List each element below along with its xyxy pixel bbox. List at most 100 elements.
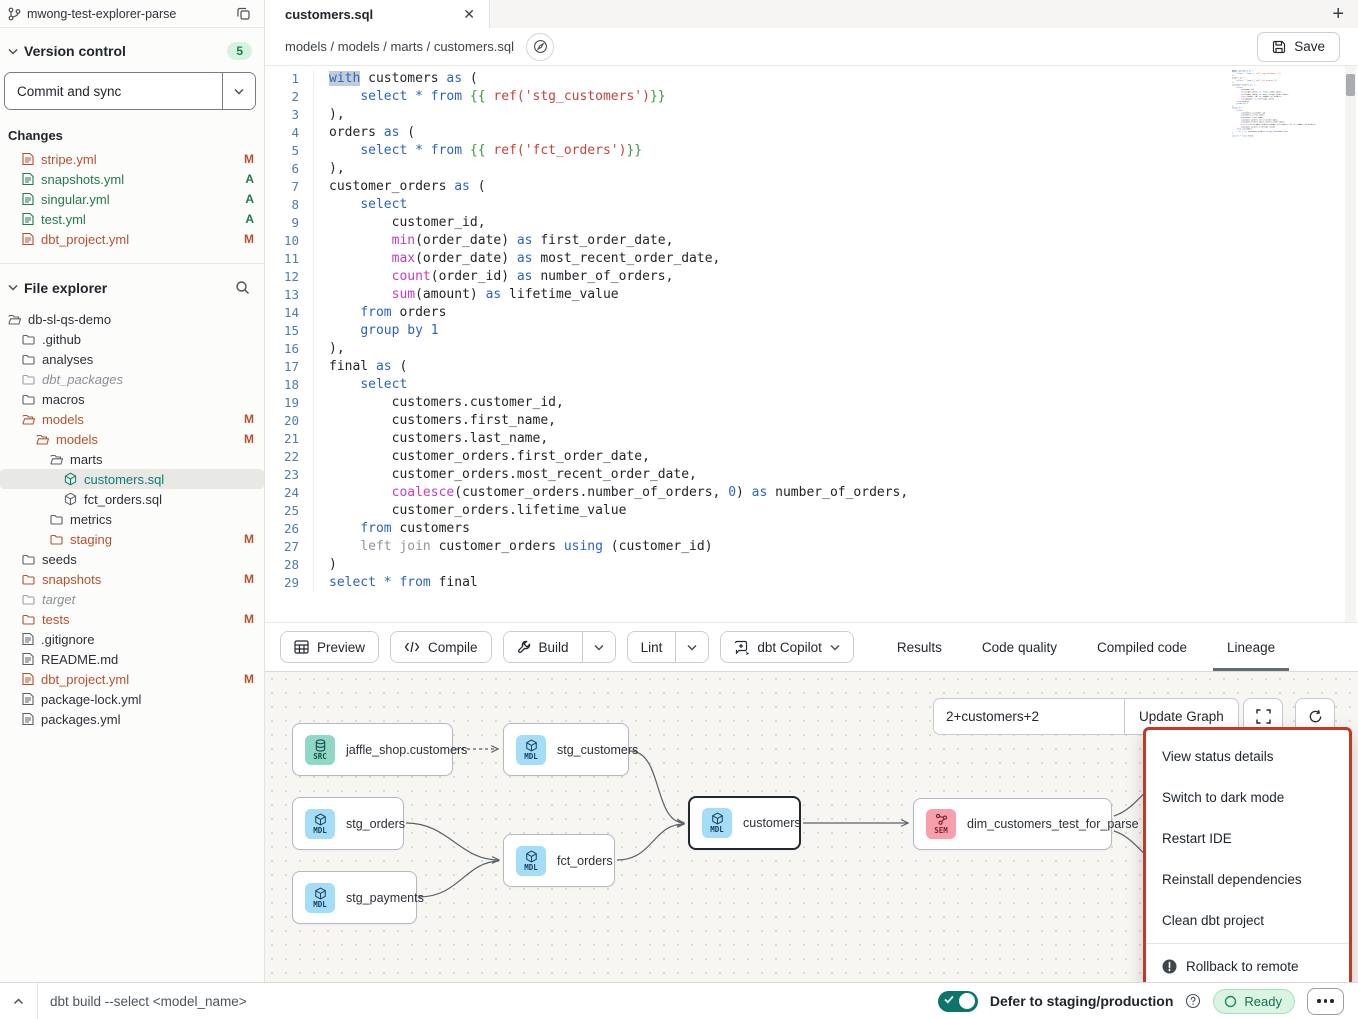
file-explorer-header[interactable]: File explorer: [0, 264, 264, 307]
help-icon[interactable]: [1185, 993, 1201, 1009]
code-line[interactable]: 22 customer_orders.first_order_date,: [265, 448, 908, 466]
lineage-node-jaffle-shop-customers[interactable]: SRC jaffle_shop.customers: [292, 723, 453, 776]
code-line[interactable]: 28): [265, 556, 908, 574]
dbt-copilot-button[interactable]: dbt Copilot: [721, 632, 853, 662]
code-line[interactable]: 19 customers.customer_id,: [265, 394, 908, 412]
code-line[interactable]: 14 from orders: [265, 304, 908, 322]
save-button[interactable]: Save: [1257, 32, 1340, 62]
tree-item-models[interactable]: modelsM: [0, 429, 264, 449]
tree-item-models[interactable]: modelsM: [0, 409, 264, 429]
code-line[interactable]: 15 group by 1: [265, 322, 908, 340]
tab-results[interactable]: Results: [897, 623, 942, 671]
code-line[interactable]: 26 from customers: [265, 520, 908, 538]
code-line[interactable]: 29select * from final: [265, 574, 908, 592]
tree-item-metrics[interactable]: metrics: [0, 509, 264, 529]
tree-item-packages-yml[interactable]: packages.yml: [0, 709, 264, 729]
menu-item-clean-dbt-project[interactable]: Clean dbt project: [1146, 900, 1349, 941]
code-line[interactable]: 17final as (: [265, 358, 908, 376]
code-line[interactable]: 5 select * from {{ ref('fct_orders')}}: [265, 142, 908, 160]
lineage-node-stg-customers[interactable]: MDL stg_customers: [503, 723, 629, 776]
scrollbar-thumb[interactable]: [1346, 74, 1355, 96]
editor-scrollbar[interactable]: [1345, 66, 1356, 622]
menu-item-reinstall-dependencies[interactable]: Reinstall dependencies: [1146, 859, 1349, 900]
lineage-panel[interactable]: SRC jaffle_shop.customers MDL stg_custome…: [265, 672, 1358, 982]
tab-compiled-code[interactable]: Compiled code: [1097, 623, 1187, 671]
lint-options-dropdown[interactable]: [675, 632, 708, 662]
code-line[interactable]: 18 select: [265, 376, 908, 394]
tab-lineage[interactable]: Lineage: [1227, 623, 1275, 671]
code-line[interactable]: 2 select * from {{ ref('stg_customers')}…: [265, 88, 908, 106]
dbt-command-input[interactable]: [38, 994, 598, 1009]
tree-item-analyses[interactable]: analyses: [0, 349, 264, 369]
tree-item-db-sl-qs-demo[interactable]: db-sl-qs-demo: [0, 309, 264, 329]
changed-file-row[interactable]: dbt_project.yml M: [0, 229, 264, 249]
changed-file-row[interactable]: snapshots.yml A: [0, 169, 264, 189]
code-line[interactable]: 8 select: [265, 196, 908, 214]
menu-item-rollback-to-remote[interactable]: Rollback to remote: [1146, 946, 1349, 982]
tree-item-dbt-project-yml[interactable]: dbt_project.ymlM: [0, 669, 264, 689]
tree-item-staging[interactable]: stagingM: [0, 529, 264, 549]
commit-options-dropdown[interactable]: [223, 73, 255, 109]
changed-file-row[interactable]: singular.yml A: [0, 189, 264, 209]
compile-button[interactable]: Compile: [391, 632, 491, 662]
lineage-node-fct-orders[interactable]: MDL fct_orders: [503, 834, 615, 887]
code-line[interactable]: 10 min(order_date) as first_order_date,: [265, 232, 908, 250]
changed-file-row[interactable]: stripe.yml M: [0, 149, 264, 169]
code-line[interactable]: 3),: [265, 106, 908, 124]
tree-item-tests[interactable]: testsM: [0, 609, 264, 629]
close-tab-icon[interactable]: ✕: [463, 7, 475, 21]
lint-button[interactable]: Lint: [628, 632, 676, 662]
changed-file-row[interactable]: test.yml A: [0, 209, 264, 229]
copy-branch-button[interactable]: [235, 5, 252, 22]
tree-item--github[interactable]: .github: [0, 329, 264, 349]
code-line[interactable]: 16),: [265, 340, 908, 358]
build-options-dropdown[interactable]: [582, 632, 615, 662]
tree-item-target[interactable]: target: [0, 589, 264, 609]
lineage-node-stg-payments[interactable]: MDL stg_payments: [292, 871, 417, 924]
more-options-button[interactable]: [1307, 988, 1344, 1015]
tab-customers-sql[interactable]: customers.sql ✕: [265, 0, 490, 28]
tab-code-quality[interactable]: Code quality: [982, 623, 1057, 671]
defer-toggle[interactable]: [938, 991, 978, 1012]
lineage-node-customers[interactable]: MDL customers: [688, 796, 801, 850]
search-icon[interactable]: [233, 278, 252, 297]
tree-item-macros[interactable]: macros: [0, 389, 264, 409]
code-line[interactable]: 23 customer_orders.most_recent_order_dat…: [265, 466, 908, 484]
tree-item-readme-md[interactable]: README.md: [0, 649, 264, 669]
tree-item--gitignore[interactable]: .gitignore: [0, 629, 264, 649]
code-line[interactable]: 4orders as (: [265, 124, 908, 142]
code-line[interactable]: 12 count(order_id) as number_of_orders,: [265, 268, 908, 286]
menu-item-switch-to-dark-mode[interactable]: Switch to dark mode: [1146, 777, 1349, 818]
status-badge[interactable]: Ready: [1213, 989, 1295, 1014]
tree-item-dbt-packages[interactable]: dbt_packages: [0, 369, 264, 389]
menu-item-view-status-details[interactable]: View status details: [1146, 736, 1349, 777]
tree-item-customers-sql[interactable]: customers.sql: [0, 469, 264, 489]
tree-item-fct-orders-sql[interactable]: fct_orders.sql: [0, 489, 264, 509]
tree-item-seeds[interactable]: seeds: [0, 549, 264, 569]
expand-command-bar-button[interactable]: [0, 983, 38, 1019]
tree-item-snapshots[interactable]: snapshotsM: [0, 569, 264, 589]
code-editor[interactable]: 1with customers as (2 select * from {{ r…: [265, 66, 1358, 622]
commit-and-sync-button[interactable]: Commit and sync: [5, 73, 223, 109]
tree-item-package-lock-yml[interactable]: package-lock.yml: [0, 689, 264, 709]
lineage-selector-input[interactable]: [933, 698, 1124, 735]
code-line[interactable]: 6),: [265, 160, 908, 178]
code-line[interactable]: 13 sum(amount) as lifetime_value: [265, 286, 908, 304]
version-control-header[interactable]: Version control 5: [0, 28, 264, 70]
build-button[interactable]: Build: [504, 632, 582, 662]
new-tab-button[interactable]: +: [1332, 0, 1344, 28]
code-line[interactable]: 1with customers as (: [265, 70, 908, 88]
code-line[interactable]: 25 customer_orders.lifetime_value: [265, 502, 908, 520]
code-line[interactable]: 20 customers.first_name,: [265, 412, 908, 430]
code-line[interactable]: 24 coalesce(customer_orders.number_of_or…: [265, 484, 908, 502]
code-line[interactable]: 21 customers.last_name,: [265, 430, 908, 448]
tree-item-marts[interactable]: marts: [0, 449, 264, 469]
lineage-node-stg-orders[interactable]: MDL stg_orders: [292, 797, 404, 850]
code-line[interactable]: 11 max(order_date) as most_recent_order_…: [265, 250, 908, 268]
open-in-explorer-button[interactable]: [526, 33, 554, 61]
code-line[interactable]: 7customer_orders as (: [265, 178, 908, 196]
preview-button[interactable]: Preview: [281, 632, 378, 662]
editor-minimap[interactable]: with customers as ( select * from {{ ref…: [1232, 70, 1332, 160]
menu-item-restart-ide[interactable]: Restart IDE: [1146, 818, 1349, 859]
code-line[interactable]: 9 customer_id,: [265, 214, 908, 232]
